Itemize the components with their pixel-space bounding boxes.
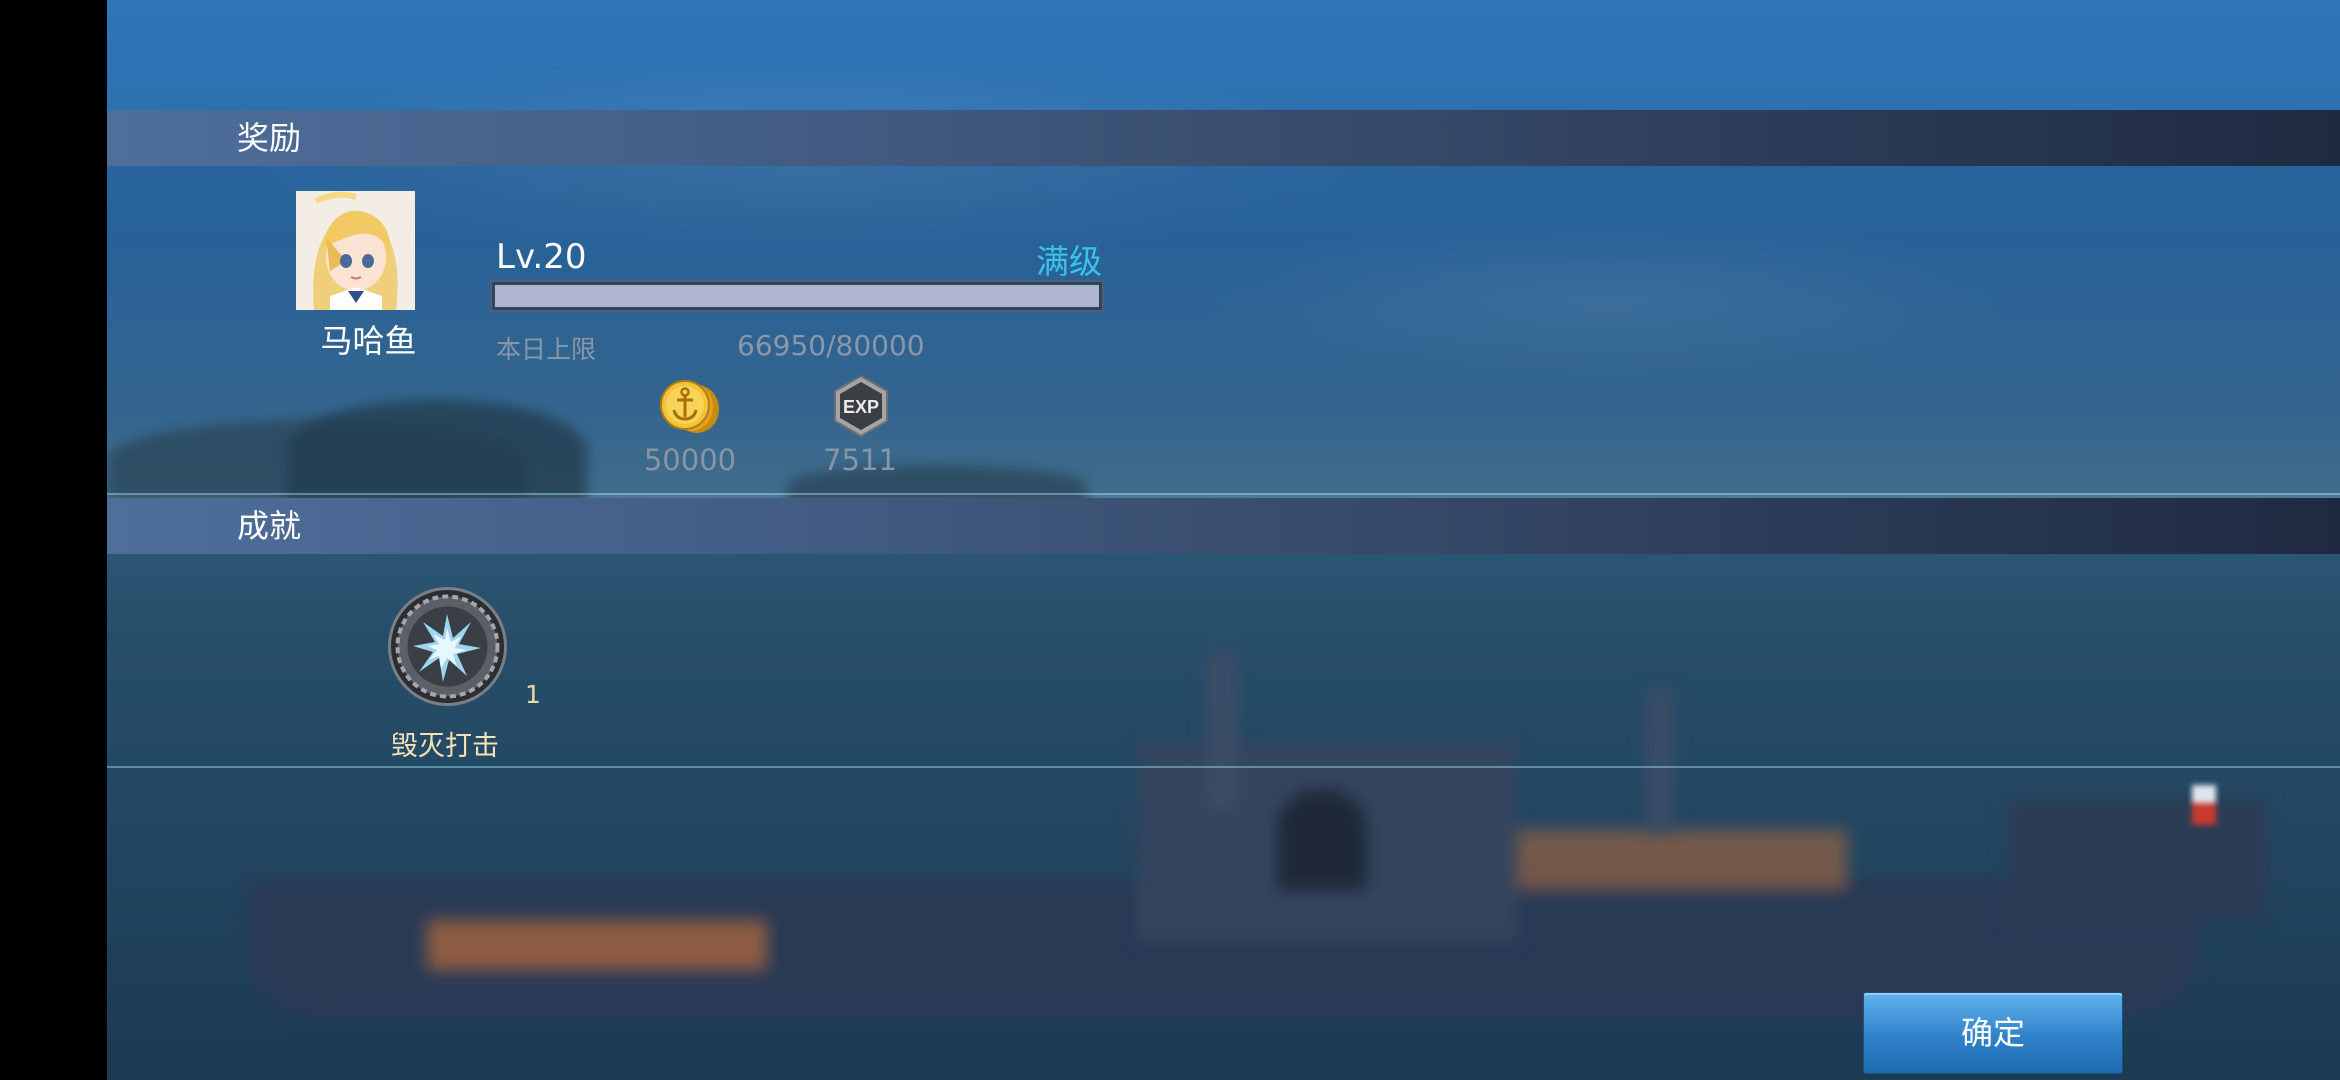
ship-deck [1467,830,1847,890]
achievement-count: 1 [525,680,541,709]
section-divider [107,766,2340,768]
max-level-label: 满级 [1036,242,1102,281]
reward-section-title: 奖励 [237,119,302,157]
ship-bow [2007,800,2267,920]
destruction-strike-medal-icon[interactable] [387,586,508,707]
exp-badge-icon: EXP [828,373,894,439]
result-screen: 奖励 马哈鱼 Lv.20 满级 本日上限 66950/80000 50000 E… [0,0,2340,1080]
reward-panel [107,166,2340,493]
achievement-label: 毁灭打击 [391,731,499,762]
achievement-section-header: 成就 [107,498,2340,554]
exp-reward-value: 7511 [823,443,897,477]
coin-reward-value: 50000 [643,443,737,477]
character-portrait-icon [296,191,415,310]
ship-funnel [1277,790,1367,890]
character-name: 马哈鱼 [320,322,417,360]
ship-flag [2192,785,2216,825]
ship-mast [1207,650,1237,810]
svg-text:EXP: EXP [843,397,879,417]
xp-progress-fill [495,285,1099,307]
character-avatar [296,191,415,310]
daily-cap-label: 本日上限 [496,335,597,364]
ship-deck [427,920,767,970]
level-label: Lv.20 [496,237,587,277]
anchor-coin-icon [655,373,721,439]
reward-section-header: 奖励 [107,110,2340,166]
achievement-section-title: 成就 [237,507,302,545]
ship-mast [1647,690,1673,830]
xp-progress-bar [490,280,1104,312]
daily-cap-value: 66950/80000 [737,329,925,362]
confirm-button[interactable]: 确定 [1864,993,2122,1073]
section-divider [107,493,2340,495]
